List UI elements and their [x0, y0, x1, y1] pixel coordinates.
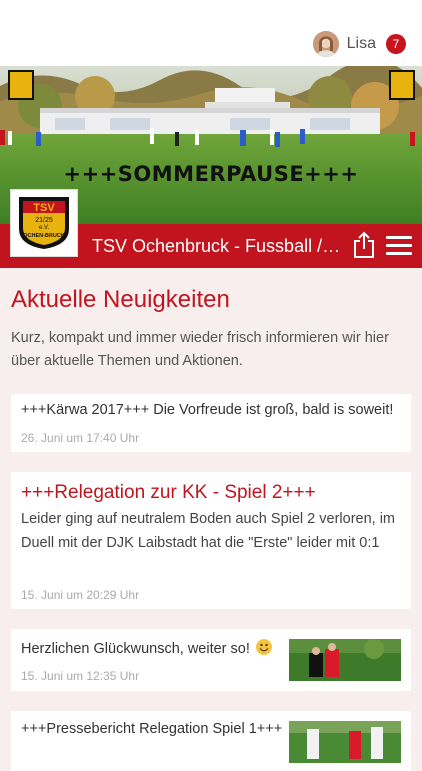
user-profile[interactable]: Lisa 7 — [312, 30, 406, 58]
news-text[interactable]: +++Kärwa 2017+++ Die Vorfreude ist groß,… — [21, 402, 393, 418]
news-headline[interactable]: +++Relegation zur KK - Spiel 2+++ — [21, 482, 316, 504]
club-logo[interactable]: TSV 21/25 e.V. OCHEN-BRUCK — [10, 189, 78, 257]
club-title[interactable]: TSV Ochenbruck - Fussball / Tennis — [92, 236, 342, 257]
news-thumbnail[interactable] — [289, 721, 401, 763]
news-card[interactable]: Herzlichen Glückwunsch, weiter so! 15. J… — [11, 629, 411, 691]
news-date: 26. Juni um 17:40 Uhr — [21, 431, 140, 445]
news-card[interactable]: +++Kärwa 2017+++ Die Vorfreude ist groß,… — [11, 394, 411, 452]
user-name[interactable]: Lisa — [347, 35, 376, 53]
logo-text-ev: e.V. — [39, 225, 49, 231]
intro-text: Kurz, kompakt und immer wieder frisch in… — [11, 330, 389, 369]
logo-text-years: 21/25 — [35, 217, 53, 224]
avatar[interactable] — [312, 31, 339, 57]
hamburger-menu-icon[interactable] — [386, 236, 412, 256]
hero-banner-text: +++SOMMERPAUSE+++ — [63, 162, 359, 186]
news-card[interactable]: +++Pressebericht Relegation Spiel 1+++ — [11, 711, 411, 771]
news-thumbnail[interactable] — [289, 639, 401, 681]
news-text[interactable]: +++Pressebericht Relegation Spiel 1+++ — [21, 721, 282, 737]
logo-text-town: OCHEN-BRUCK — [23, 233, 65, 239]
news-card[interactable]: +++Relegation zur KK - Spiel 2+++ Leider… — [11, 472, 411, 609]
share-icon[interactable] — [352, 231, 376, 259]
news-date: 15. Juni um 12:35 Uhr — [21, 669, 140, 683]
smiley-icon — [255, 639, 272, 655]
news-date: 15. Juni um 20:29 Uhr — [21, 588, 140, 602]
news-text[interactable]: Herzlichen Glückwunsch, weiter so! — [21, 641, 250, 657]
top-bar: Lisa 7 — [0, 0, 422, 66]
news-body: Leider ging auf neutralem Boden auch Spi… — [21, 511, 396, 551]
section-title: Aktuelle Neuigkeiten — [11, 286, 230, 313]
notification-badge[interactable]: 7 — [386, 34, 406, 54]
logo-text-tsv: TSV — [33, 202, 55, 214]
news-text-wrap[interactable]: Herzlichen Glückwunsch, weiter so! — [21, 639, 272, 657]
